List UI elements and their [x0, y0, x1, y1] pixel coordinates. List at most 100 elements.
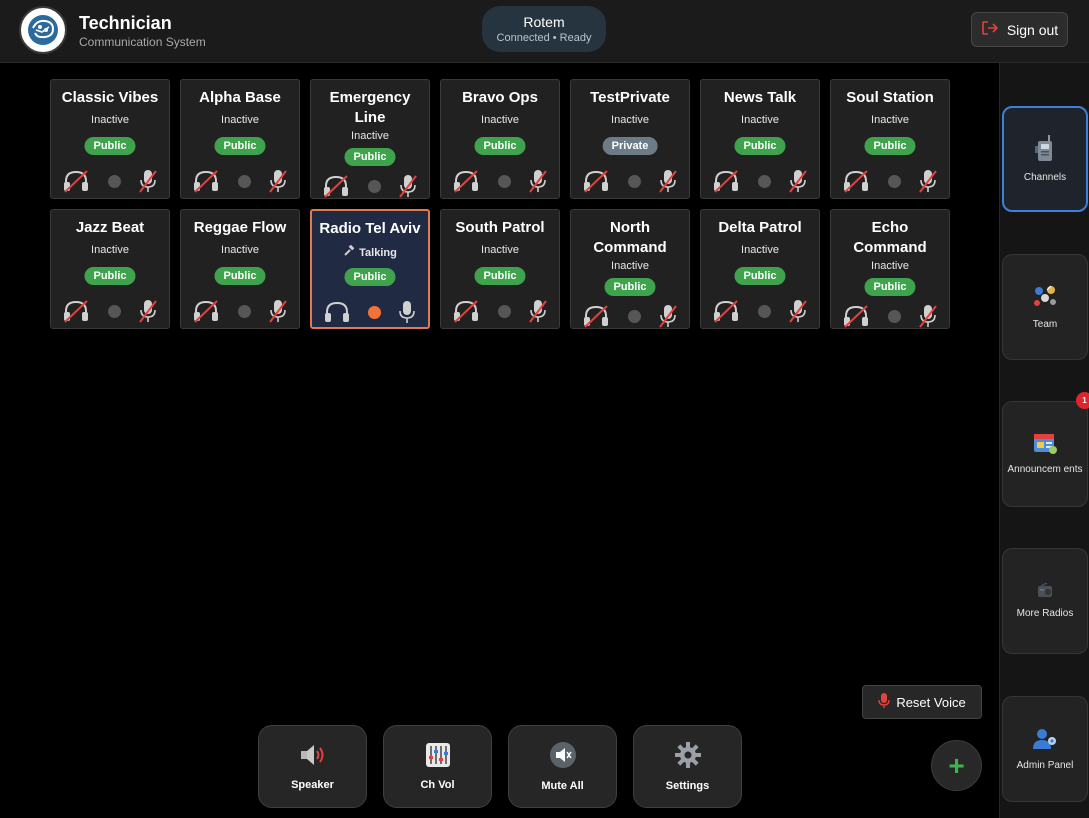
status-dot [757, 304, 771, 318]
channel-controls [63, 299, 157, 323]
channel-status-row: Inactive [571, 114, 689, 126]
microphone-muted-icon[interactable] [659, 169, 677, 193]
channel-name: Emergency Line [329, 89, 411, 126]
headphones-muted-icon[interactable] [453, 169, 479, 193]
status-dot [237, 174, 251, 188]
speaker-icon [298, 742, 328, 773]
headphones-muted-icon[interactable] [583, 169, 609, 193]
status-dot [887, 309, 901, 323]
headphones-muted-icon[interactable] [63, 299, 89, 323]
channel-controls [453, 299, 547, 323]
user-status-pill: Rotem Connected • Ready [482, 6, 606, 52]
channel-card[interactable]: News Talk Inactive Public [700, 79, 820, 199]
microphone-muted-icon[interactable] [529, 299, 547, 323]
sidebar-item-announcements[interactable]: Announcem ents 1 [1002, 392, 1089, 507]
headphones-muted-icon[interactable] [713, 299, 739, 323]
microphone-muted-icon[interactable] [659, 304, 677, 328]
status-dot [367, 305, 381, 319]
channel-controls [193, 299, 287, 323]
channel-controls [843, 304, 937, 328]
microphone-muted-icon[interactable] [789, 169, 807, 193]
headphones-muted-icon[interactable] [713, 169, 739, 193]
channel-card[interactable]: Echo Command Inactive Public [830, 209, 950, 329]
microphone-muted-icon[interactable] [919, 169, 937, 193]
channel-visibility-badge: Public [604, 278, 656, 296]
channel-status: Inactive [741, 114, 779, 126]
headphones-muted-icon[interactable] [843, 169, 869, 193]
channel-card[interactable]: Soul Station Inactive Public [830, 79, 950, 199]
channel-card[interactable]: Bravo Ops Inactive Public [440, 79, 560, 199]
sidebar-item-more-radios[interactable]: More Radios [1002, 548, 1088, 654]
sign-out-icon [981, 20, 999, 39]
sidebar-label-channels: Channels [1023, 171, 1067, 183]
sidebar-label-more-radios: More Radios [1016, 607, 1074, 619]
headphones-muted-icon[interactable] [843, 304, 869, 328]
admin-icon [1032, 727, 1058, 756]
headphones-muted-icon[interactable] [193, 299, 219, 323]
channel-status-row: Inactive [831, 260, 949, 272]
channel-card[interactable]: Reggae Flow Inactive Public [180, 209, 300, 329]
channel-card[interactable]: TestPrivate Inactive Private [570, 79, 690, 199]
channel-status-row: Inactive [181, 114, 299, 126]
microphone-muted-icon[interactable] [269, 299, 287, 323]
channel-controls [323, 174, 417, 198]
right-sidebar: Channels Team Announcem ents 1 More Radi… [999, 63, 1089, 818]
app-logo [19, 6, 67, 54]
channel-status: Inactive [611, 114, 649, 126]
channel-card[interactable]: Jazz Beat Inactive Public [50, 209, 170, 329]
channel-status: Inactive [91, 114, 129, 126]
sidebar-item-admin-panel[interactable]: Admin Panel [1002, 696, 1088, 802]
channel-card[interactable]: Radio Tel Aviv Talking Public [310, 209, 430, 329]
app-subtitle: Communication System [79, 35, 206, 49]
channel-visibility-badge: Public [734, 267, 786, 285]
channel-name: Bravo Ops [462, 89, 538, 106]
microphone-muted-icon[interactable] [139, 299, 157, 323]
channel-controls [583, 304, 677, 328]
channel-status: Inactive [221, 244, 259, 256]
channel-card[interactable]: Alpha Base Inactive Public [180, 79, 300, 199]
sidebar-label-announcements: Announcem ents [1007, 463, 1083, 475]
channel-status-row: Inactive [441, 114, 559, 126]
channel-card[interactable]: South Patrol Inactive Public [440, 209, 560, 329]
speaker-button[interactable]: Speaker [258, 725, 367, 808]
channel-visibility-badge: Public [214, 267, 266, 285]
status-dot [367, 179, 381, 193]
channel-status-row: Inactive [701, 244, 819, 256]
settings-button[interactable]: Settings [633, 725, 742, 808]
microphone-icon[interactable] [398, 300, 416, 324]
headphones-muted-icon[interactable] [453, 299, 479, 323]
headphones-muted-icon[interactable] [583, 304, 609, 328]
mute-all-button[interactable]: Mute All [508, 725, 617, 808]
channel-name: Soul Station [846, 89, 934, 106]
add-button[interactable]: + [931, 740, 982, 791]
channel-card[interactable]: Delta Patrol Inactive Public [700, 209, 820, 329]
microphone-muted-icon[interactable] [789, 299, 807, 323]
channel-volume-button[interactable]: Ch Vol [383, 725, 492, 808]
headphones-muted-icon[interactable] [63, 169, 89, 193]
hammer-icon [343, 244, 355, 260]
channel-volume-label: Ch Vol [420, 779, 455, 791]
sign-out-button[interactable]: Sign out [971, 12, 1068, 47]
channel-status: Inactive [871, 260, 909, 272]
channel-controls [843, 169, 937, 193]
reset-voice-button[interactable]: Reset Voice [862, 685, 982, 719]
announcement-icon [1033, 433, 1057, 460]
notification-badge: 1 [1076, 392, 1089, 409]
headphones-icon[interactable] [324, 300, 350, 324]
channel-card[interactable]: Emergency Line Inactive Public [310, 79, 430, 199]
microphone-muted-icon[interactable] [919, 304, 937, 328]
sidebar-item-team[interactable]: Team [1002, 254, 1088, 360]
mute-icon [549, 741, 577, 774]
channel-status-row: Inactive [51, 244, 169, 256]
microphone-muted-icon[interactable] [399, 174, 417, 198]
microphone-muted-icon[interactable] [139, 169, 157, 193]
channel-name: News Talk [723, 89, 797, 106]
channel-card[interactable]: North Command Inactive Public [570, 209, 690, 329]
microphone-muted-icon[interactable] [269, 169, 287, 193]
headphones-muted-icon[interactable] [193, 169, 219, 193]
microphone-muted-icon[interactable] [529, 169, 547, 193]
channel-card[interactable]: Classic Vibes Inactive Public [50, 79, 170, 199]
sidebar-item-channels[interactable]: Channels [1002, 106, 1088, 212]
headphones-muted-icon[interactable] [323, 174, 349, 198]
channel-status: Inactive [741, 244, 779, 256]
